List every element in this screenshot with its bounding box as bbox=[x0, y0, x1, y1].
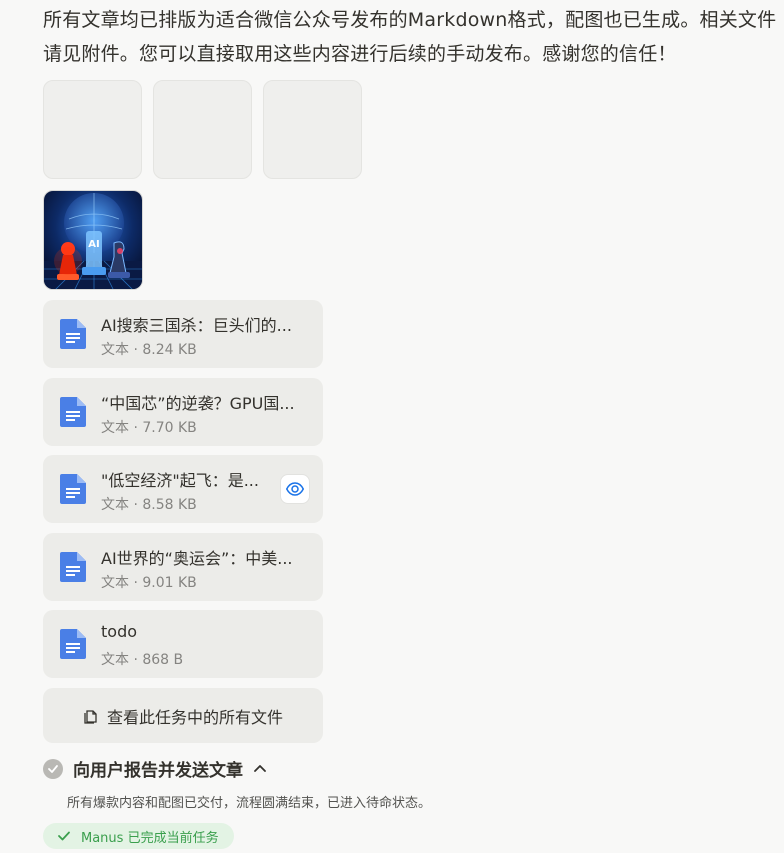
file-meta: 文本 · 9.01 KB bbox=[101, 575, 197, 591]
file-card[interactable]: AI世界的“奥运会”：中美... 文本 · 9.01 KB bbox=[43, 533, 323, 601]
step-description: 所有爆款内容和配图已交付，流程圆满结束，已进入待命状态。 bbox=[67, 796, 432, 811]
task-step-header[interactable]: 向用户报告并发送文章 bbox=[43, 756, 267, 781]
attachment-placeholder[interactable] bbox=[43, 80, 142, 179]
file-name: “中国芯”的逆袭？GPU国... bbox=[101, 394, 295, 413]
file-name: AI世界的“奥运会”：中美... bbox=[101, 549, 293, 568]
file-meta: 文本 · 7.70 KB bbox=[101, 420, 197, 436]
chevron-up-icon[interactable] bbox=[253, 762, 267, 776]
check-icon bbox=[58, 831, 70, 841]
files-icon bbox=[84, 709, 97, 724]
document-icon bbox=[60, 552, 86, 582]
document-icon bbox=[60, 319, 86, 349]
document-icon bbox=[60, 397, 86, 427]
file-card[interactable]: “中国芯”的逆袭？GPU国... 文本 · 7.70 KB bbox=[43, 378, 323, 446]
view-all-files-button[interactable]: 查看此任务中的所有文件 bbox=[43, 688, 323, 743]
document-icon bbox=[60, 629, 86, 659]
chess-ai-illustration: AI bbox=[44, 191, 142, 289]
step-complete-icon bbox=[43, 758, 63, 779]
attachment-placeholders bbox=[43, 80, 362, 179]
eye-icon bbox=[286, 482, 304, 496]
status-badge: Manus 已完成当前任务 bbox=[43, 823, 234, 849]
file-card[interactable]: AI搜索三国杀：巨头们的... 文本 · 8.24 KB bbox=[43, 300, 323, 368]
status-badge-label: Manus 已完成当前任务 bbox=[81, 830, 219, 846]
file-name: AI搜索三国杀：巨头们的... bbox=[101, 316, 292, 335]
attachment-placeholder[interactable] bbox=[153, 80, 252, 179]
file-name: todo bbox=[101, 622, 138, 641]
file-card[interactable]: "低空经济"起飞：是... 文本 · 8.58 KB bbox=[43, 455, 323, 523]
attachment-placeholder[interactable] bbox=[263, 80, 362, 179]
file-meta: 文本 · 8.58 KB bbox=[101, 497, 197, 513]
step-title: 向用户报告并发送文章 bbox=[73, 761, 243, 781]
ai-logo-text: AI bbox=[88, 239, 99, 250]
file-card[interactable]: todo 文本 · 868 B bbox=[43, 610, 323, 678]
file-meta: 文本 · 8.24 KB bbox=[101, 342, 197, 358]
preview-button[interactable] bbox=[280, 474, 310, 504]
document-icon bbox=[60, 474, 86, 504]
view-all-files-label: 查看此任务中的所有文件 bbox=[106, 707, 283, 727]
file-meta: 文本 · 868 B bbox=[101, 652, 184, 668]
assistant-message: 所有文章均已排版为适合微信公众号发布的Markdown格式，配图也已生成。相关文… bbox=[43, 9, 777, 65]
image-attachment[interactable]: AI bbox=[43, 190, 143, 290]
file-name: "低空经济"起飞：是... bbox=[101, 471, 259, 490]
